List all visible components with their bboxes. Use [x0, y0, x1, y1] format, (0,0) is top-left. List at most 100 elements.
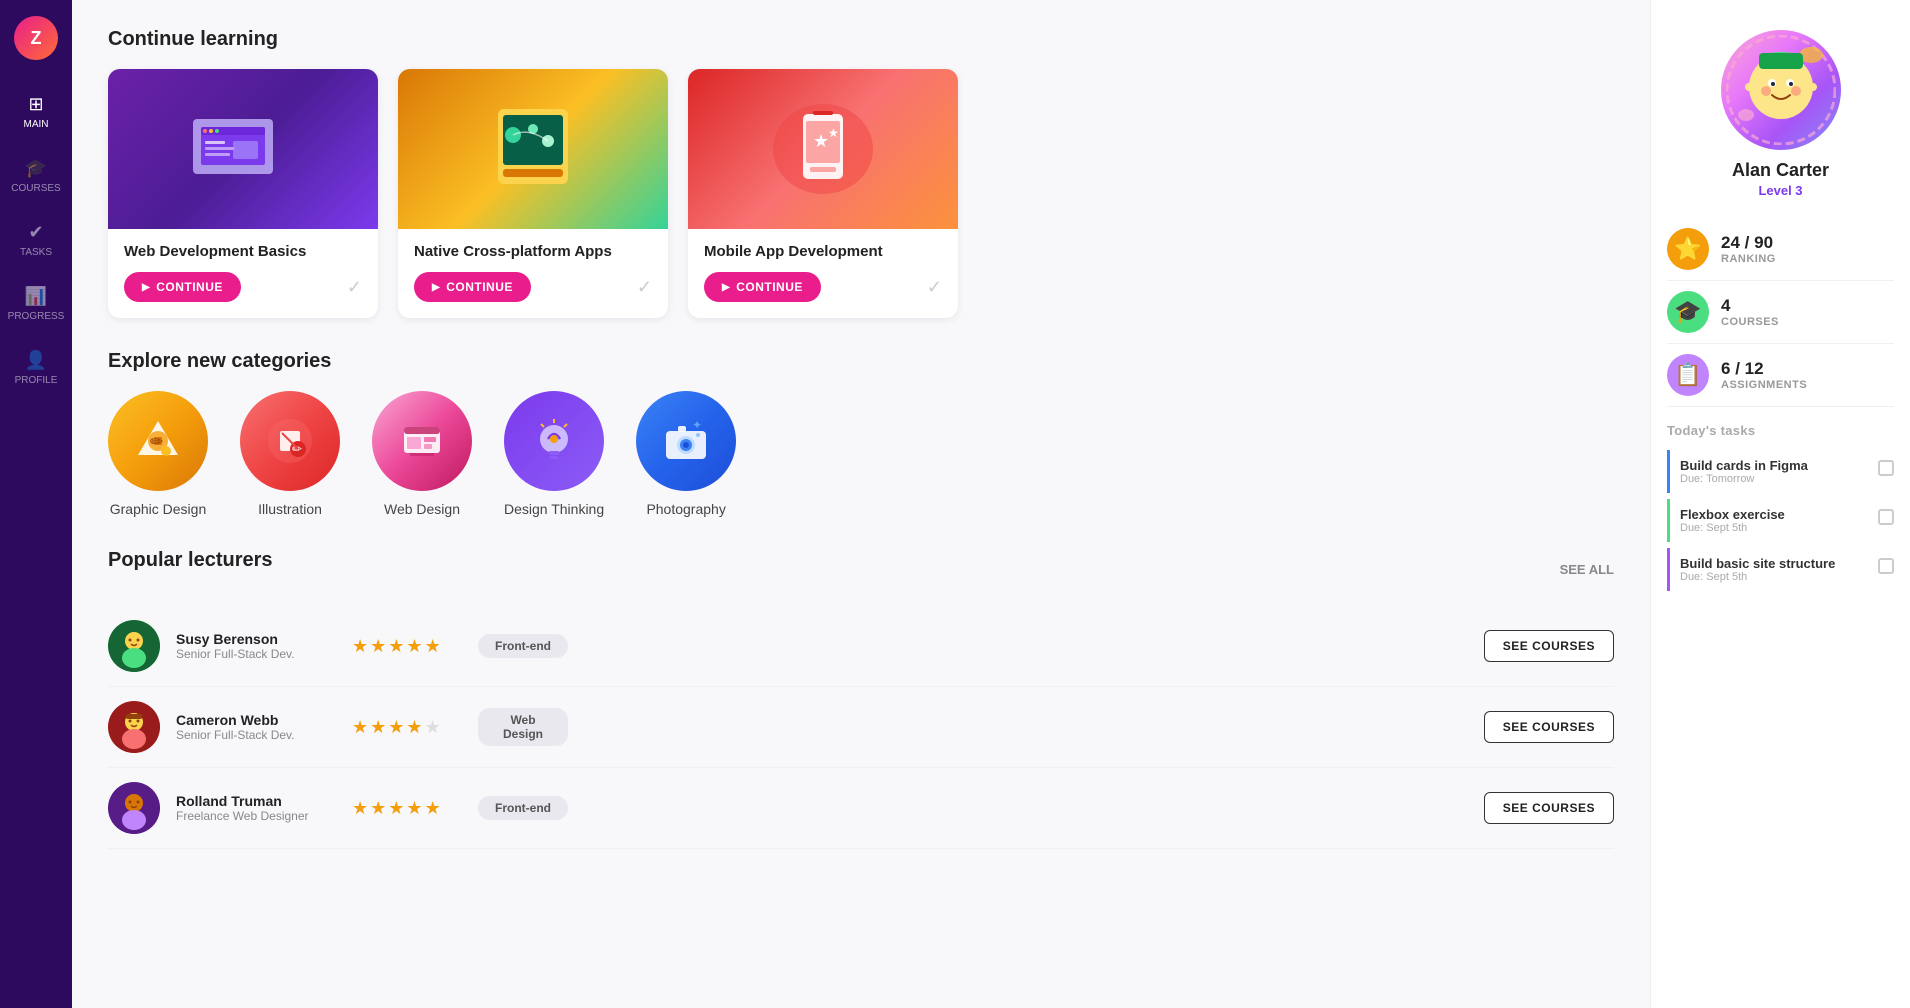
lecturer-info-cameron: Cameron Webb Senior Full-Stack Dev. — [176, 712, 336, 742]
courses-stat: 🎓 4 COURSES — [1667, 281, 1894, 344]
web-card-body: Web Development Basics ▶ CONTINUE ✓ — [108, 229, 378, 318]
see-all-link[interactable]: SEE ALL — [1560, 562, 1614, 577]
lecturer-role-cameron: Senior Full-Stack Dev. — [176, 728, 336, 742]
course-card-native: Native Cross-platform Apps ▶ CONTINUE ✓ — [398, 69, 668, 318]
task-checkbox-flexbox[interactable] — [1878, 509, 1894, 525]
right-panel: Alan Carter Level 3 ⭐ 24 / 90 RANKING 🎓 … — [1650, 0, 1910, 1008]
lecturer-role-susy: Senior Full-Stack Dev. — [176, 647, 336, 661]
ranking-label: RANKING — [1721, 253, 1776, 265]
see-courses-cameron-button[interactable]: SEE COURSES — [1484, 711, 1614, 743]
lecturers-header: Popular lecturers SEE ALL — [108, 549, 1614, 590]
web-continue-button[interactable]: ▶ CONTINUE — [124, 272, 241, 302]
sidebar-item-courses[interactable]: 🎓 COURSES — [0, 144, 72, 208]
continue-learning-section: Continue learning — [108, 28, 1614, 318]
task-name-structure: Build basic site structure — [1680, 556, 1870, 571]
lecturer-name-cameron: Cameron Webb — [176, 712, 336, 728]
svg-text:✏: ✏ — [150, 434, 164, 451]
lecturer-row-cameron: Cameron Webb Senior Full-Stack Dev. ★ ★ … — [108, 687, 1614, 768]
check-icon-3: ✓ — [927, 277, 942, 298]
tag-susy: Front-end — [478, 634, 568, 658]
sidebar-item-profile[interactable]: 👤 PROFILE — [0, 336, 72, 400]
courses-info: 4 COURSES — [1721, 296, 1779, 328]
explore-title: Explore new categories — [108, 350, 1614, 373]
lecturer-row-rolland: Rolland Truman Freelance Web Designer ★ … — [108, 768, 1614, 849]
task-item-structure: Build basic site structure Due: Sept 5th — [1667, 548, 1894, 591]
native-card-title: Native Cross-platform Apps — [414, 243, 652, 260]
tag-rolland: Front-end — [478, 796, 568, 820]
svg-text:★: ★ — [828, 126, 839, 140]
native-continue-button[interactable]: ▶ CONTINUE — [414, 272, 531, 302]
assignments-value: 6 / 12 — [1721, 359, 1807, 379]
lecturer-info-rolland: Rolland Truman Freelance Web Designer — [176, 793, 336, 823]
play-icon-2: ▶ — [432, 282, 440, 293]
stars-cameron: ★ ★ ★ ★ ★ — [352, 717, 462, 738]
categories-row: ✏ Graphic Design ✏ Illustration — [108, 391, 1614, 517]
see-courses-susy-button[interactable]: SEE COURSES — [1484, 630, 1614, 662]
ranking-stat: ⭐ 24 / 90 RANKING — [1667, 218, 1894, 281]
illustration-icon: ✏ — [240, 391, 340, 491]
see-courses-rolland-button[interactable]: SEE COURSES — [1484, 792, 1614, 824]
task-checkbox-figma[interactable] — [1878, 460, 1894, 476]
web-design-icon — [372, 391, 472, 491]
app-logo: Z — [14, 16, 58, 60]
mobile-continue-button[interactable]: ▶ CONTINUE — [704, 272, 821, 302]
tasks-section: Today's tasks Build cards in Figma Due: … — [1667, 423, 1894, 597]
sidebar-item-tasks[interactable]: ✔ TASKS — [0, 208, 72, 272]
courses-count: 4 — [1721, 296, 1779, 316]
category-photography[interactable]: ✦ Photography — [636, 391, 736, 517]
course-card-web: Web Development Basics ▶ CONTINUE ✓ — [108, 69, 378, 318]
profile-avatar-container — [1721, 30, 1841, 150]
web-card-title: Web Development Basics — [124, 243, 362, 260]
ranking-icon: ⭐ — [1667, 228, 1709, 270]
web-card-thumb — [108, 69, 378, 229]
design-thinking-icon — [504, 391, 604, 491]
profile-avatar — [1721, 30, 1841, 150]
sidebar-item-progress[interactable]: 📊 PROGRESS — [0, 272, 72, 336]
progress-icon: 📊 — [25, 286, 47, 307]
category-web-design[interactable]: Web Design — [372, 391, 472, 517]
native-card-thumb — [398, 69, 668, 229]
web-card-footer: ▶ CONTINUE ✓ — [124, 272, 362, 302]
main-content: Continue learning — [72, 0, 1650, 1008]
graphic-design-icon: ✏ — [108, 391, 208, 491]
task-item-figma: Build cards in Figma Due: Tomorrow — [1667, 450, 1894, 493]
native-card-body: Native Cross-platform Apps ▶ CONTINUE ✓ — [398, 229, 668, 318]
design-thinking-label: Design Thinking — [504, 501, 604, 517]
mobile-card-footer: ▶ CONTINUE ✓ — [704, 272, 942, 302]
illustration-label: Illustration — [258, 501, 322, 517]
course-card-mobile: ★ ★ Mobile App Development ▶ CONTINUE ✓ — [688, 69, 958, 318]
mobile-card-title: Mobile App Development — [704, 243, 942, 260]
lecturers-title: Popular lecturers — [108, 549, 273, 572]
continue-learning-title: Continue learning — [108, 28, 1614, 51]
category-graphic-design[interactable]: ✏ Graphic Design — [108, 391, 208, 517]
graphic-design-label: Graphic Design — [110, 501, 207, 517]
avatar-cameron — [108, 701, 160, 753]
lecturer-role-rolland: Freelance Web Designer — [176, 809, 336, 823]
profile-icon: 👤 — [25, 350, 47, 371]
task-checkbox-structure[interactable] — [1878, 558, 1894, 574]
category-illustration[interactable]: ✏ Illustration — [240, 391, 340, 517]
courses-stat-icon: 🎓 — [1667, 291, 1709, 333]
tasks-title: Today's tasks — [1667, 423, 1894, 438]
assignments-stat: 📋 6 / 12 ASSIGNMENTS — [1667, 344, 1894, 407]
lecturers-section: Popular lecturers SEE ALL Susy Berenson … — [108, 549, 1614, 849]
photography-label: Photography — [646, 501, 725, 517]
svg-text:✦: ✦ — [692, 418, 702, 432]
sidebar-item-main[interactable]: ⊞ MAIN — [0, 80, 72, 144]
stars-rolland: ★ ★ ★ ★ ★ — [352, 798, 462, 819]
assignments-info: 6 / 12 ASSIGNMENTS — [1721, 359, 1807, 391]
task-due-flexbox: Due: Sept 5th — [1680, 522, 1870, 534]
task-due-figma: Due: Tomorrow — [1680, 473, 1870, 485]
mobile-card-body: Mobile App Development ▶ CONTINUE ✓ — [688, 229, 958, 318]
category-design-thinking[interactable]: Design Thinking — [504, 391, 604, 517]
check-icon: ✓ — [347, 277, 362, 298]
main-icon: ⊞ — [28, 94, 43, 115]
lecturer-name-susy: Susy Berenson — [176, 631, 336, 647]
profile-name: Alan Carter — [1732, 160, 1829, 181]
sidebar: Z ⊞ MAIN 🎓 COURSES ✔ TASKS 📊 PROGRESS 👤 … — [0, 0, 72, 1008]
profile-level: Level 3 — [1758, 183, 1802, 198]
courses-stat-label: COURSES — [1721, 316, 1779, 328]
task-name-flexbox: Flexbox exercise — [1680, 507, 1870, 522]
explore-section: Explore new categories ✏ Graphic Design — [108, 350, 1614, 517]
tag-cameron: Web Design — [478, 708, 568, 746]
